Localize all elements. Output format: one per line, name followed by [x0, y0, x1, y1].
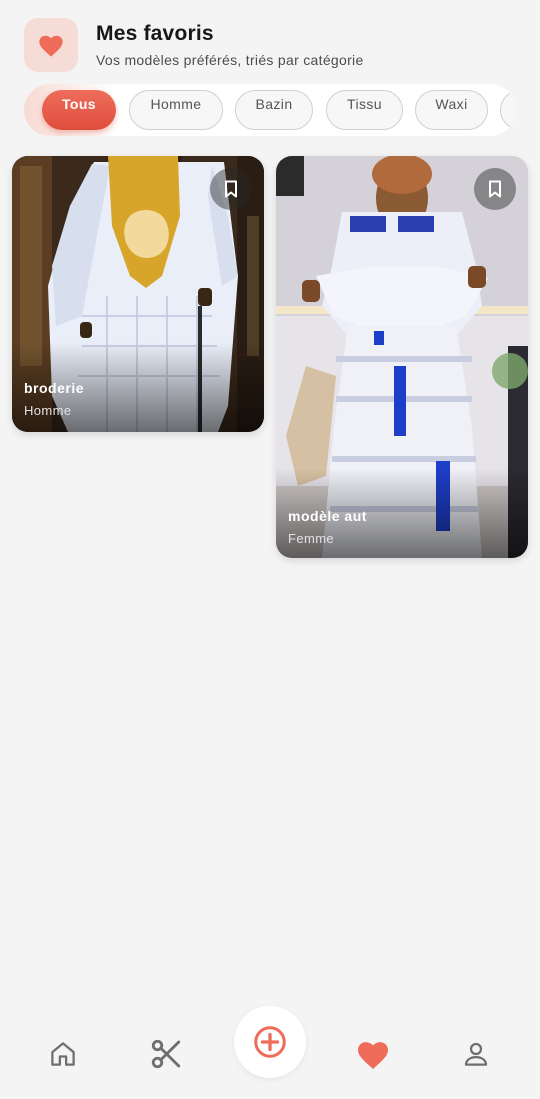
- category-filter-bar[interactable]: Tous Homme Bazin Tissu Waxi: [24, 84, 516, 136]
- nav-profile[interactable]: [451, 1029, 501, 1079]
- nav-scissors[interactable]: [141, 1029, 191, 1079]
- filter-chip-partial[interactable]: [500, 90, 516, 130]
- scissors-icon: [151, 1039, 181, 1069]
- profile-icon: [464, 1042, 488, 1066]
- bookmark-button[interactable]: [474, 168, 516, 210]
- bookmark-icon: [225, 180, 237, 198]
- filter-chip-waxi[interactable]: Waxi: [415, 90, 488, 130]
- nav-add-button[interactable]: [234, 1006, 306, 1078]
- card-title: modèle aut: [288, 508, 367, 524]
- page-header: Mes favoris Vos modèles préférés, triés …: [24, 18, 516, 72]
- heart-icon: [358, 1042, 388, 1069]
- favorites-badge: [24, 18, 78, 72]
- favorite-card-broderie[interactable]: broderie Homme: [12, 156, 264, 432]
- add-circle-icon: [254, 1026, 286, 1058]
- nav-home[interactable]: [38, 1029, 88, 1079]
- filter-chip-tissu[interactable]: Tissu: [326, 90, 403, 130]
- filter-chip-bazin[interactable]: Bazin: [235, 90, 313, 130]
- card-category: Femme: [288, 531, 335, 546]
- heart-icon: [39, 35, 63, 57]
- filter-chip-homme[interactable]: Homme: [129, 90, 223, 130]
- card-title: broderie: [24, 380, 85, 396]
- home-icon: [51, 1042, 75, 1066]
- page-subtitle: Vos modèles préférés, triés par catégori…: [96, 52, 364, 68]
- favorite-card-modele-aut[interactable]: modèle aut Femme: [276, 156, 528, 558]
- bookmark-button[interactable]: [210, 168, 252, 210]
- bookmark-icon: [489, 180, 501, 198]
- bottom-navigation: [0, 1006, 540, 1099]
- filter-chip-tous[interactable]: Tous: [42, 90, 116, 130]
- card-category: Homme: [24, 403, 72, 418]
- nav-favorites[interactable]: [348, 1029, 398, 1079]
- page-title: Mes favoris: [96, 22, 214, 45]
